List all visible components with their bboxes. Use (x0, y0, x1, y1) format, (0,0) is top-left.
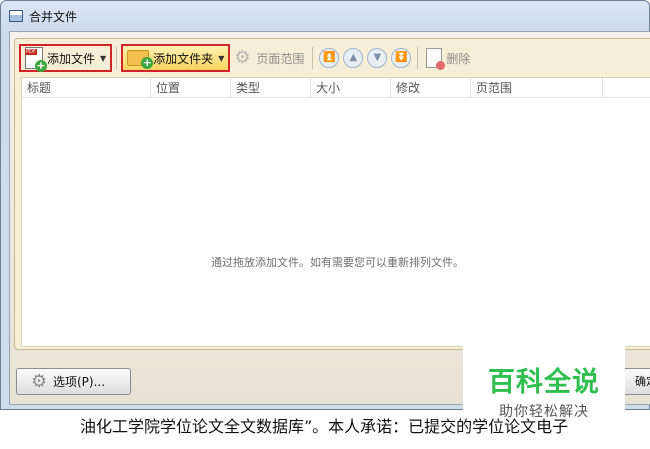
watermark-logo: 百科全说 助你轻松解决 (463, 340, 625, 420)
toolbar-separator (312, 47, 314, 69)
add-folder-label: 添加文件夹 (153, 51, 214, 66)
add-files-button[interactable]: + 添加文件 ▼ (19, 44, 113, 72)
page-range-button[interactable]: ⚙ 页面范围 (230, 44, 308, 72)
toolbar: + 添加文件 ▼ + 添加文件夹 ▼ ⚙ 页面范围 ⏫ ▲ ▼ ⏬ (15, 39, 650, 77)
options-button[interactable]: ⚙ 选项(P)... (16, 368, 131, 395)
column-header-title[interactable]: 标题 (22, 78, 151, 98)
pdf-add-icon: + (25, 47, 47, 72)
toolbar-separator (116, 47, 118, 69)
delete-button[interactable]: 删除 (422, 44, 474, 72)
move-down-icon[interactable]: ▼ (367, 48, 388, 68)
delete-label: 删除 (446, 51, 471, 66)
watermark-title: 百科全说 (488, 367, 600, 398)
dropdown-arrow-icon[interactable]: ▼ (100, 54, 106, 63)
column-header-type[interactable]: 类型 (231, 78, 311, 98)
move-to-bottom-icon[interactable]: ⏬ (391, 48, 412, 68)
window-title: 合并文件 (29, 9, 78, 24)
title-bar: 合并文件 (1, 1, 649, 31)
gear-icon: ⚙ (234, 47, 251, 68)
delete-icon (426, 48, 446, 70)
column-header-size[interactable]: 大小 (311, 78, 391, 98)
background-document-text: 油化工学院学位论文全文数据库”。本人承诺：已提交的学位论文电子 (80, 417, 569, 436)
window-icon (9, 10, 23, 22)
table-header: 标题 位置 类型 大小 修改 页范围 (22, 78, 650, 98)
ok-button[interactable]: 确定 (622, 368, 650, 395)
add-files-label: 添加文件 (47, 51, 96, 66)
move-to-top-icon[interactable]: ⏫ (319, 48, 340, 68)
dropdown-arrow-icon[interactable]: ▼ (218, 54, 224, 63)
empty-list-message: 通过拖放添加文件。如有需要您可以重新排列文件。 (211, 256, 464, 269)
gear-icon: ⚙ (31, 370, 48, 392)
move-up-icon[interactable]: ▲ (343, 48, 364, 68)
page-range-label: 页面范围 (256, 51, 305, 66)
column-header-modified[interactable]: 修改 (391, 78, 471, 98)
file-list-panel: + 添加文件 ▼ + 添加文件夹 ▼ ⚙ 页面范围 ⏫ ▲ ▼ ⏬ (14, 38, 650, 350)
column-header-page-range[interactable]: 页范围 (471, 78, 603, 98)
options-label: 选项(P)... (53, 375, 106, 389)
toolbar-separator (417, 47, 419, 69)
file-table[interactable]: 标题 位置 类型 大小 修改 页范围 通过拖放添加文件。如有需要您可以重新排列文… (21, 77, 650, 347)
folder-add-icon: + (127, 50, 154, 69)
column-header-location[interactable]: 位置 (151, 78, 231, 98)
add-folder-button[interactable]: + 添加文件夹 ▼ (121, 44, 231, 72)
